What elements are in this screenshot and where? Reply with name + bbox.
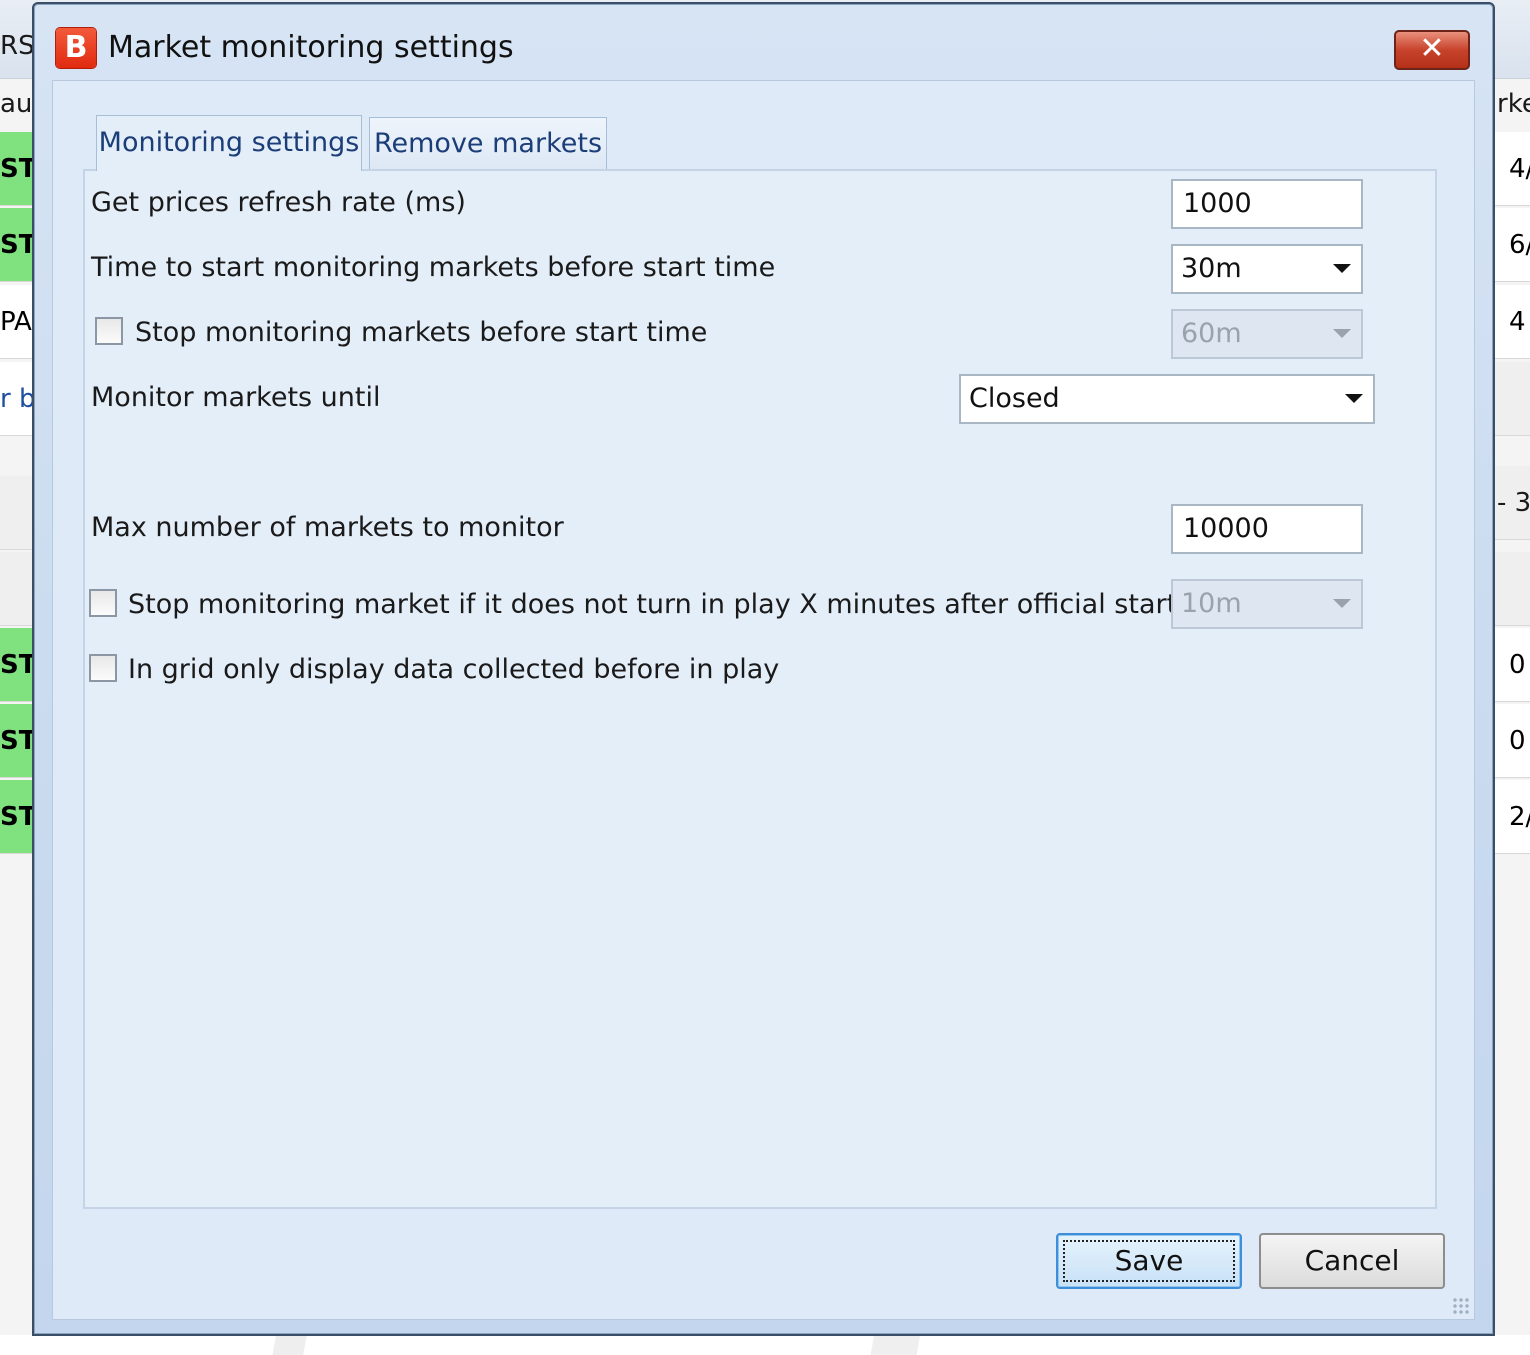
market-monitoring-dialog: B Market monitoring settings ✕ Monitorin…	[32, 2, 1495, 1336]
bg-left-cell[interactable]: r b	[0, 362, 32, 436]
bg-right-cell: - 3	[1495, 466, 1530, 540]
background-right-column: rke 4/ 6/ 4 - 3 0 0 2/	[1495, 0, 1530, 1355]
background-floor	[0, 1335, 1530, 1355]
bg-right-cell	[1495, 552, 1530, 626]
tab-remove-markets[interactable]: Remove markets	[369, 117, 607, 169]
bg-right-cell[interactable]: 4/	[1495, 132, 1530, 206]
max-markets-input[interactable]: 10000	[1171, 504, 1363, 554]
monitor-until-value: Closed	[969, 383, 1060, 414]
bg-left-cell	[0, 476, 32, 550]
bg-left-cell[interactable]: ST	[0, 208, 32, 282]
chevron-down-icon	[1333, 264, 1351, 273]
stop-not-inplay-dropdown: 10m	[1171, 579, 1363, 629]
dialog-client-area: Monitoring settings Remove markets Get p…	[52, 80, 1475, 1320]
grid-before-inplay-checkbox[interactable]	[89, 654, 117, 682]
resize-grip-icon[interactable]	[1452, 1297, 1470, 1315]
stop-not-inplay-label: Stop monitoring market if it does not tu…	[128, 589, 1247, 620]
stop-before-start-dropdown: 60m	[1171, 309, 1363, 359]
save-button-label: Save	[1114, 1244, 1184, 1277]
refresh-rate-input[interactable]: 1000	[1171, 179, 1363, 229]
bg-right-cell[interactable]: 0	[1495, 628, 1530, 702]
close-button[interactable]: ✕	[1394, 30, 1470, 70]
bg-left-cell	[0, 552, 32, 626]
stop-before-start-value: 60m	[1181, 318, 1242, 349]
start-monitoring-value: 30m	[1181, 253, 1242, 284]
cancel-button[interactable]: Cancel	[1259, 1233, 1445, 1289]
close-icon: ✕	[1419, 31, 1445, 66]
stop-not-inplay-value: 10m	[1181, 588, 1242, 619]
bg-right-cell	[1495, 362, 1530, 436]
background-left-column: RS aus ST ST PA r b ST ST ST	[0, 0, 32, 1355]
bg-left-cell[interactable]: ST	[0, 132, 32, 206]
dialog-titlebar[interactable]: B Market monitoring settings ✕	[34, 4, 1493, 80]
chevron-down-icon	[1333, 329, 1351, 338]
bg-right-cell: rke	[1497, 89, 1530, 119]
tab-monitoring-settings[interactable]: Monitoring settings	[96, 115, 362, 171]
bg-left-cell: aus	[0, 89, 32, 119]
dialog-title: Market monitoring settings	[108, 30, 514, 65]
bg-left-cell[interactable]: PA	[0, 285, 32, 359]
refresh-rate-label: Get prices refresh rate (ms)	[91, 187, 466, 218]
bg-right-cell[interactable]: 6/	[1495, 208, 1530, 282]
bg-right-cell[interactable]: 4	[1495, 285, 1530, 359]
bg-right-cell	[1495, 18, 1530, 74]
chevron-down-icon	[1333, 599, 1351, 608]
stop-before-start-label: Stop monitoring markets before start tim…	[135, 317, 708, 348]
monitor-until-label: Monitor markets until	[91, 382, 381, 413]
bg-right-cell[interactable]: 2/	[1495, 780, 1530, 854]
stop-not-inplay-checkbox[interactable]	[89, 589, 117, 617]
bg-left-cell: RS	[0, 31, 32, 61]
grid-before-inplay-label: In grid only display data collected befo…	[128, 654, 780, 685]
bg-left-cell[interactable]: ST	[0, 628, 32, 702]
bg-left-cell[interactable]: ST	[0, 780, 32, 854]
monitor-until-dropdown[interactable]: Closed	[959, 374, 1375, 424]
max-markets-label: Max number of markets to monitor	[91, 512, 564, 543]
app-logo-icon: B	[56, 28, 96, 68]
monitoring-settings-panel: Get prices refresh rate (ms) 1000 Time t…	[83, 169, 1437, 1209]
chevron-down-icon	[1345, 394, 1363, 403]
save-button[interactable]: Save	[1056, 1233, 1242, 1289]
start-monitoring-dropdown[interactable]: 30m	[1171, 244, 1363, 294]
start-monitoring-label: Time to start monitoring markets before …	[91, 252, 776, 283]
bg-right-cell[interactable]: 0	[1495, 704, 1530, 778]
bg-left-cell[interactable]: ST	[0, 704, 32, 778]
stop-before-start-checkbox[interactable]	[95, 317, 123, 345]
